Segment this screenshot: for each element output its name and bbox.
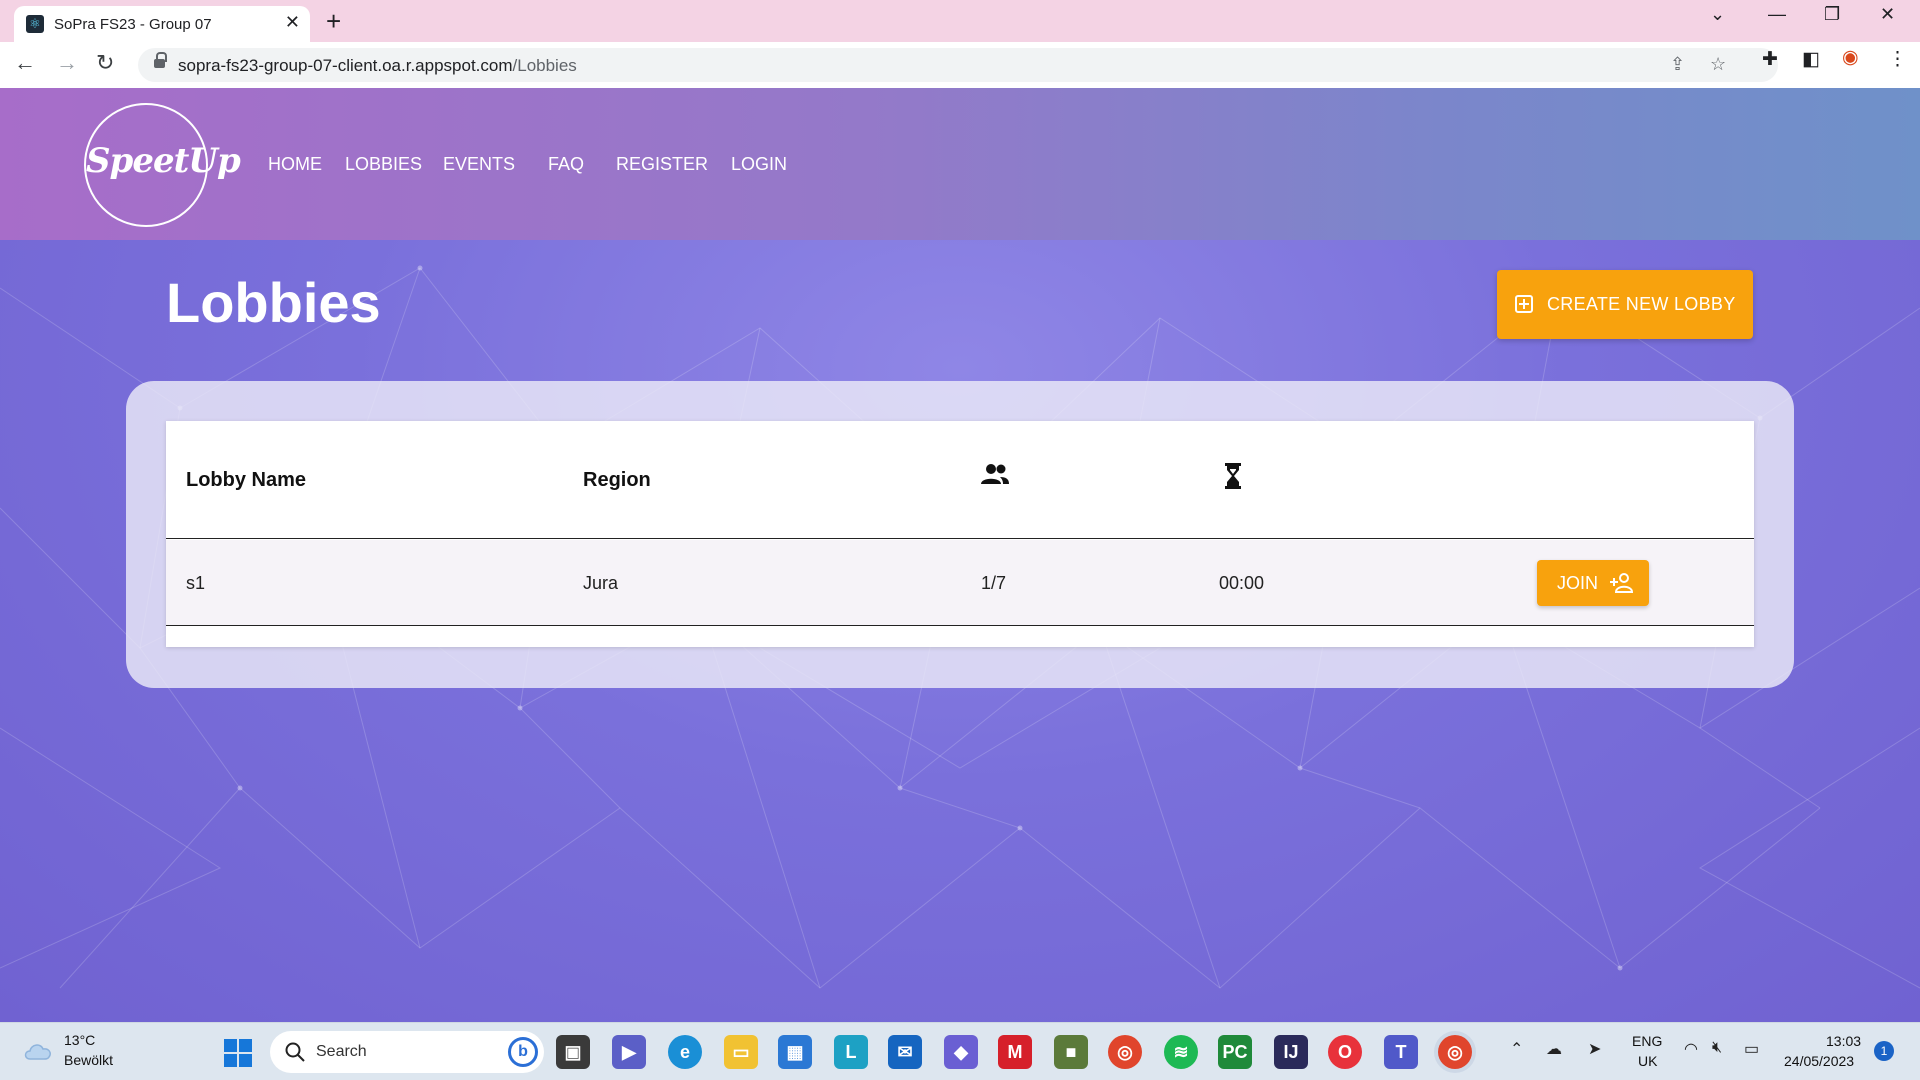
address-bar[interactable]: sopra-fs23-group-07-client.oa.r.appspot.… [138, 48, 1778, 82]
location-icon[interactable]: ➤ [1588, 1039, 1601, 1059]
mcafee-icon[interactable]: M [998, 1035, 1032, 1069]
copilot-app-icon[interactable]: ◆ [944, 1035, 978, 1069]
side-panel-icon[interactable]: ◧ [1802, 48, 1820, 71]
tab-title: SoPra FS23 - Group 07 [54, 16, 212, 33]
windows-start-icon[interactable] [224, 1039, 252, 1067]
lock-icon [154, 52, 167, 70]
spotify-icon[interactable]: ≋ [1164, 1035, 1198, 1069]
tab-search-icon[interactable]: ⌄ [1710, 4, 1725, 25]
intellij-icon[interactable]: IJ [1274, 1035, 1308, 1069]
lobbies-table: Lobby Name Region s1 Jura 1/7 00:00 JOIN [166, 421, 1754, 647]
nav-home[interactable]: HOME [268, 154, 322, 175]
minimize-icon[interactable]: — [1768, 4, 1786, 25]
wifi-icon[interactable]: ◠ [1684, 1039, 1698, 1059]
region-cell: Jura [583, 573, 619, 593]
nav-faq[interactable]: FAQ [548, 154, 584, 175]
new-tab-icon[interactable]: + [326, 6, 341, 37]
page-content: SpeetUp HOME LOBBIES EVENTS FAQ REGISTER… [0, 88, 1920, 1022]
clock-time[interactable]: 13:03 [1826, 1033, 1861, 1049]
join-button[interactable]: JOIN [1537, 560, 1649, 606]
microsoft-store-icon[interactable]: ▦ [778, 1035, 812, 1069]
chrome-active-icon[interactable]: ◎ [1438, 1035, 1472, 1069]
weather-temperature: 13°C [64, 1032, 96, 1048]
profile-avatar-icon[interactable]: ◉ [1842, 46, 1859, 69]
keyboard-layout[interactable]: UK [1638, 1053, 1657, 1069]
players-cell: 1/7 [981, 573, 1007, 593]
browser-tab[interactable]: ⚛ SoPra FS23 - Group 07 ✕ [14, 6, 310, 42]
show-hidden-icons-chevron[interactable]: ⌃ [1510, 1039, 1523, 1059]
nav-register[interactable]: REGISTER [616, 154, 708, 175]
clock-date[interactable]: 24/05/2023 [1784, 1053, 1854, 1069]
back-icon[interactable]: ← [14, 50, 36, 76]
restore-icon[interactable]: ❐ [1824, 4, 1840, 25]
close-tab-icon[interactable]: ✕ [285, 12, 300, 33]
bookmark-star-icon[interactable]: ☆ [1710, 54, 1726, 75]
site-header: SpeetUp HOME LOBBIES EVENTS FAQ REGISTER… [0, 88, 1920, 240]
browser-toolbar: ← → ↻ sopra-fs23-group-07-client.oa.r.ap… [0, 42, 1920, 88]
battery-icon[interactable]: ▭ [1744, 1039, 1759, 1059]
bing-icon[interactable]: b [508, 1037, 538, 1067]
header-region: Region [583, 469, 651, 491]
taskbar-search[interactable]: Search b [270, 1031, 544, 1073]
person-add-icon [1609, 572, 1634, 599]
extensions-icon[interactable]: ✚ [1762, 48, 1778, 71]
header-lobby-name: Lobby Name [186, 469, 307, 491]
cloud-icon[interactable] [22, 1039, 56, 1066]
add-box-icon [1515, 295, 1533, 313]
minecraft-icon[interactable]: ■ [1054, 1035, 1088, 1069]
pycharm-icon[interactable]: PC [1218, 1035, 1252, 1069]
browser-tab-strip: ⚛ SoPra FS23 - Group 07 ✕ + ⌄ — ❐ ✕ [0, 0, 1920, 42]
teams-icon[interactable]: T [1384, 1035, 1418, 1069]
nav-events[interactable]: EVENTS [443, 154, 515, 175]
page-title: Lobbies [166, 271, 381, 334]
forward-icon[interactable]: → [56, 50, 78, 76]
task-view-icon[interactable]: ▣ [556, 1035, 590, 1069]
windows-taskbar: 13°C Bewölkt Search b ▣ ▶ e ▭ ▦ L ✉ ◆ M … [0, 1022, 1920, 1080]
reload-icon[interactable]: ↻ [96, 50, 114, 76]
time-cell: 00:00 [1219, 573, 1265, 593]
share-icon[interactable]: ⇪ [1670, 54, 1685, 75]
chrome-icon[interactable]: ◎ [1108, 1035, 1142, 1069]
hourglass-icon [1224, 463, 1242, 494]
opera-icon[interactable]: O [1328, 1035, 1362, 1069]
menu-kebab-icon[interactable]: ⋮ [1888, 48, 1907, 71]
notification-badge[interactable]: 1 [1874, 1041, 1894, 1061]
create-new-lobby-button[interactable]: CREATE NEW LOBBY [1497, 270, 1753, 339]
nav-lobbies[interactable]: LOBBIES [345, 154, 422, 175]
mail-icon[interactable]: ✉ [888, 1035, 922, 1069]
react-icon: ⚛ [26, 15, 44, 33]
table-row: s1 Jura 1/7 00:00 JOIN [166, 540, 1754, 626]
speetup-logo[interactable]: SpeetUp [84, 103, 241, 227]
group-icon [981, 463, 1009, 490]
table-header: Lobby Name Region [166, 421, 1754, 539]
lobbies-panel: Lobby Name Region s1 Jura 1/7 00:00 JOIN [126, 381, 1794, 688]
search-icon [284, 1041, 306, 1068]
file-explorer-icon[interactable]: ▭ [724, 1035, 758, 1069]
language-code[interactable]: ENG [1632, 1033, 1662, 1049]
url-text: sopra-fs23-group-07-client.oa.r.appspot.… [178, 56, 577, 75]
l-app-icon[interactable]: L [834, 1035, 868, 1069]
weather-description: Bewölkt [64, 1052, 114, 1068]
teams-chat-icon[interactable]: ▶ [612, 1035, 646, 1069]
edge-icon[interactable]: e [668, 1035, 702, 1069]
volume-muted-icon[interactable]: 🔇︎ [1712, 1039, 1722, 1057]
close-window-icon[interactable]: ✕ [1880, 4, 1895, 25]
lobby-name-cell: s1 [186, 573, 206, 593]
onedrive-icon[interactable]: ☁ [1546, 1039, 1562, 1059]
nav-login[interactable]: LOGIN [731, 154, 787, 175]
